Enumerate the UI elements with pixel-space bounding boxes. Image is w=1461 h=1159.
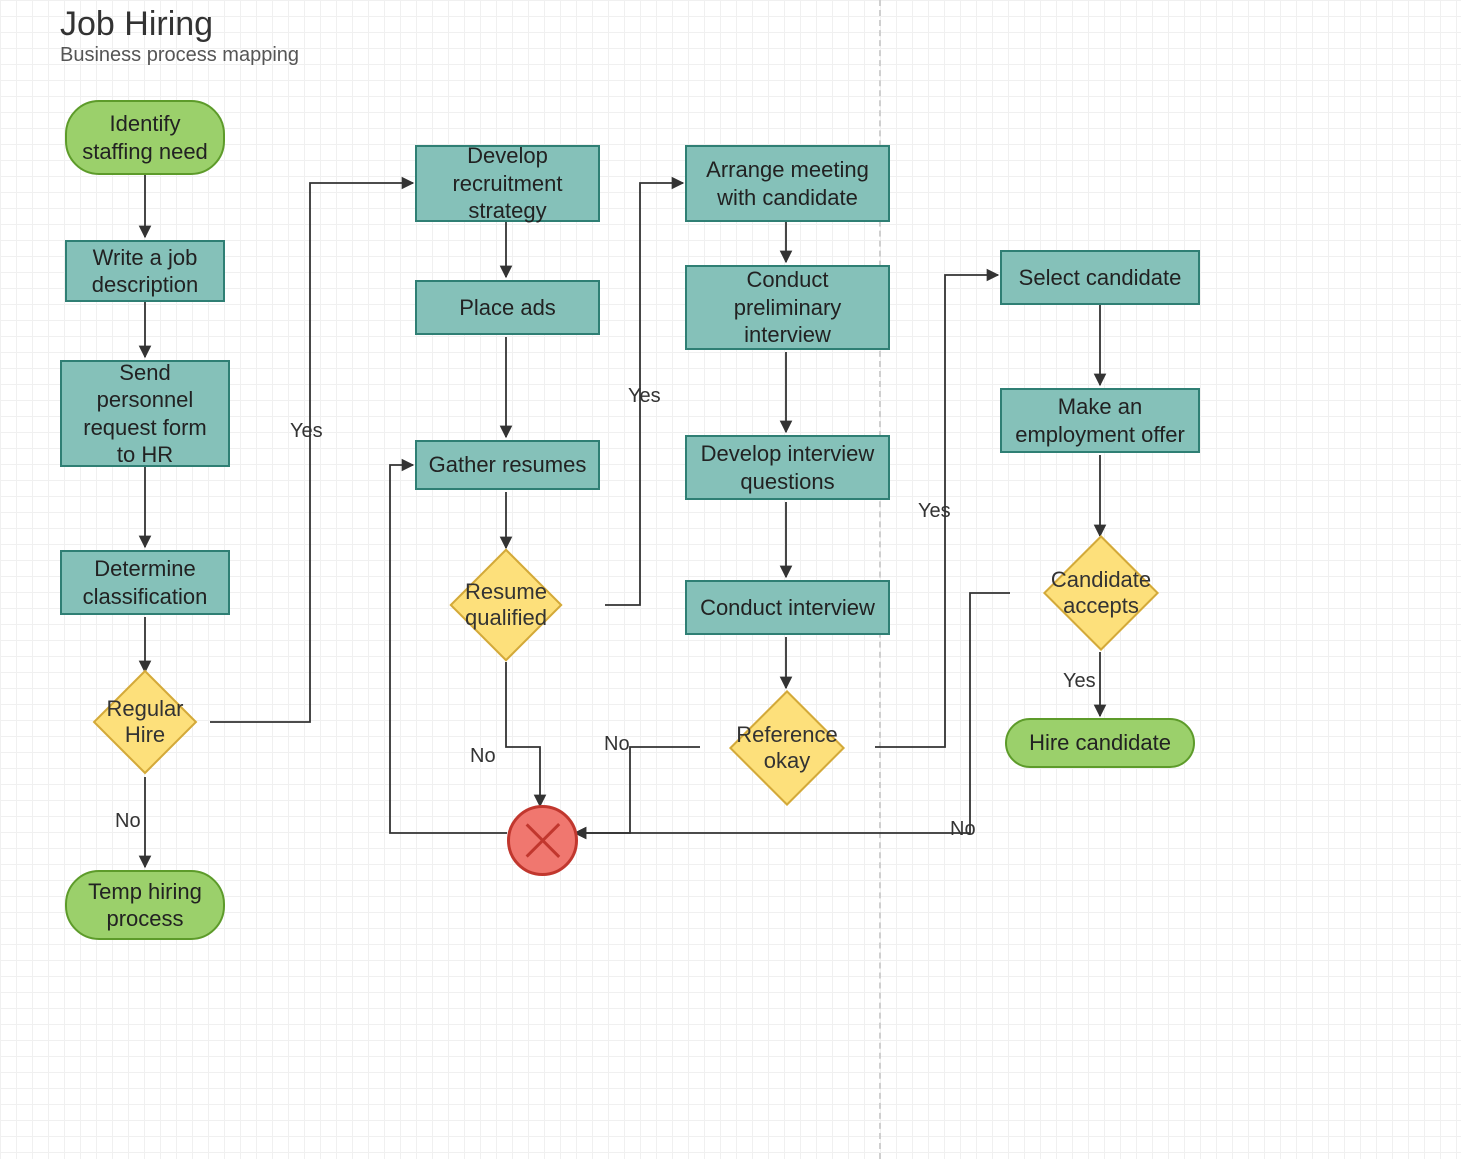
node-regular-hire-decision[interactable]: Regular Hire bbox=[108, 685, 182, 759]
node-stop-icon[interactable] bbox=[507, 805, 578, 876]
node-label: Place ads bbox=[459, 294, 556, 322]
node-hire-candidate[interactable]: Hire candidate bbox=[1005, 718, 1195, 768]
node-label: Temp hiring process bbox=[77, 878, 213, 933]
edge-label-no: No bbox=[950, 818, 976, 841]
node-label: Send personnel request form to HR bbox=[72, 359, 218, 469]
diagram-subtitle: Business process mapping bbox=[60, 44, 299, 67]
node-label: Candidate accepts bbox=[1030, 522, 1172, 664]
node-label: Reference okay bbox=[716, 677, 858, 819]
node-label: Write a job description bbox=[77, 244, 213, 299]
edge-label-yes: Yes bbox=[290, 420, 323, 443]
node-resume-qualified-decision[interactable]: Resume qualified bbox=[466, 565, 546, 645]
node-label: Conduct preliminary interview bbox=[697, 266, 878, 349]
node-label: Resume qualified bbox=[426, 525, 586, 685]
node-label: Identify staffing need bbox=[77, 110, 213, 165]
node-make-employment-offer[interactable]: Make an employment offer bbox=[1000, 388, 1200, 453]
node-temp-hiring-process[interactable]: Temp hiring process bbox=[65, 870, 225, 940]
node-label: Make an employment offer bbox=[1012, 393, 1188, 448]
edge-label-no: No bbox=[470, 745, 496, 768]
diagram-title: Job Hiring bbox=[60, 5, 213, 44]
edge-label-yes: Yes bbox=[1063, 670, 1096, 693]
node-label: Arrange meeting with candidate bbox=[697, 156, 878, 211]
node-determine-classification[interactable]: Determine classification bbox=[60, 550, 230, 615]
node-candidate-accepts-decision[interactable]: Candidate accepts bbox=[1060, 552, 1142, 634]
edge-label-no: No bbox=[115, 810, 141, 833]
node-reference-okay-decision[interactable]: Reference okay bbox=[746, 707, 828, 789]
node-conduct-interview[interactable]: Conduct interview bbox=[685, 580, 890, 635]
node-label: Hire candidate bbox=[1029, 729, 1171, 757]
node-send-personnel-request[interactable]: Send personnel request form to HR bbox=[60, 360, 230, 467]
node-develop-interview-questions[interactable]: Develop interview questions bbox=[685, 435, 890, 500]
node-label: Gather resumes bbox=[429, 451, 587, 479]
node-gather-resumes[interactable]: Gather resumes bbox=[415, 440, 600, 490]
node-label: Develop interview questions bbox=[697, 440, 878, 495]
node-label: Conduct interview bbox=[700, 594, 875, 622]
node-select-candidate[interactable]: Select candidate bbox=[1000, 250, 1200, 305]
node-label: Regular Hire bbox=[88, 665, 202, 779]
node-develop-recruitment-strategy[interactable]: Develop recruitment strategy bbox=[415, 145, 600, 222]
edge-label-no: No bbox=[604, 733, 630, 756]
node-place-ads[interactable]: Place ads bbox=[415, 280, 600, 335]
edge-label-yes: Yes bbox=[628, 385, 661, 408]
node-label: Determine classification bbox=[72, 555, 218, 610]
node-label: Develop recruitment strategy bbox=[427, 142, 588, 225]
node-arrange-meeting[interactable]: Arrange meeting with candidate bbox=[685, 145, 890, 222]
node-write-job-description[interactable]: Write a job description bbox=[65, 240, 225, 302]
edge-label-yes: Yes bbox=[918, 500, 951, 523]
flowchart-canvas[interactable]: Job Hiring Business process mapping bbox=[0, 0, 1461, 1159]
node-label: Select candidate bbox=[1019, 264, 1182, 292]
node-identify-staffing-need[interactable]: Identify staffing need bbox=[65, 100, 225, 175]
node-conduct-preliminary-interview[interactable]: Conduct preliminary interview bbox=[685, 265, 890, 350]
